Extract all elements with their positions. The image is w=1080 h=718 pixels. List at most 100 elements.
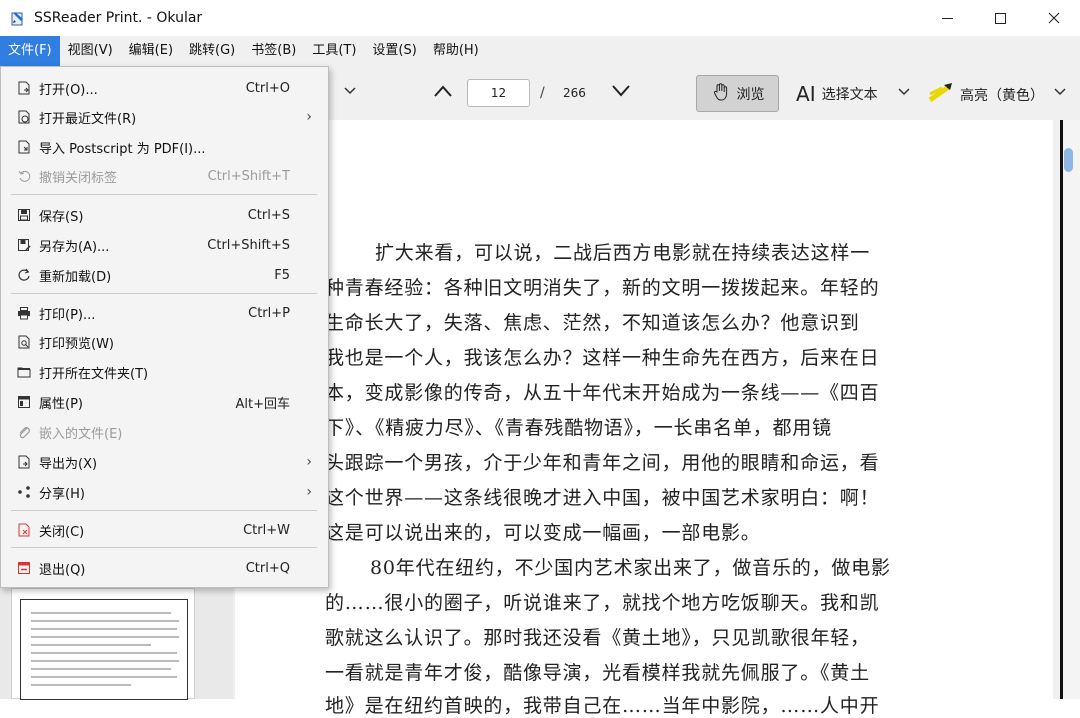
menu-label: 导入 Postscript 为 PDF(I)... (39, 141, 206, 157)
title-bar: SSReader Print. - Okular (0, 0, 1080, 36)
browse-label: 浏览 (736, 86, 765, 103)
export-icon (17, 455, 31, 469)
scroll-handle[interactable] (1064, 148, 1073, 172)
menu-shortcut: Alt+回车 (235, 396, 291, 412)
thumb-line (31, 684, 131, 686)
select-text-label: 选择文本 (821, 87, 878, 103)
menu-tools[interactable]: 工具(T) (304, 36, 364, 66)
menu-item-export-as[interactable]: 导出为(X) › (1, 448, 328, 476)
menu-file[interactable]: 文件(F) (0, 36, 60, 66)
menu-label: 打印预览(W) (39, 336, 114, 352)
thumb-line (31, 628, 177, 630)
save-as-icon (17, 238, 31, 252)
document-view[interactable]: 扩大来看，可以说，二战后西方电影就在持续表达这样一 种青春经验：各种旧文明消失了… (233, 120, 1060, 717)
menu-item-open-containing-folder[interactable]: 打开所在文件夹(T) (1, 358, 328, 386)
thumb-line (31, 652, 177, 654)
okular-app-icon (10, 10, 26, 26)
menu-shortcut: Ctrl+S (247, 207, 290, 223)
close-button[interactable] (1027, 0, 1080, 36)
menu-item-embedded-files[interactable]: 嵌入的文件(E) (1, 418, 328, 446)
select-text-button[interactable]: AI 选择文本 (796, 82, 878, 106)
highlight-dropdown-chevron-icon[interactable] (1053, 87, 1067, 97)
thumb-line (31, 644, 151, 646)
text-line: 下》、《精疲力尽》、《青春残酷物语》，一长串名单，都用镜 (325, 417, 832, 439)
menu-item-share[interactable]: 分享(H) › (1, 478, 328, 506)
share-icon (17, 485, 31, 499)
maximize-button[interactable] (974, 0, 1027, 36)
text-line: 生命长大了，失落、焦虑、茫然，不知道该怎么办？他意识到 (325, 312, 860, 334)
menu-item-properties[interactable]: 属性(P) Alt+回车 (1, 388, 328, 416)
menu-shortcut: Ctrl+Shift+S (207, 237, 290, 253)
menu-separator (11, 547, 317, 548)
menu-shortcut: Ctrl+Shift+T (207, 168, 290, 184)
zoom-dropdown-chevron-icon[interactable] (343, 86, 357, 96)
thumb-line (31, 668, 171, 670)
browse-tool-button[interactable]: 浏览 (696, 75, 779, 112)
text-line: 的……很小的圈子，听说谁来了，就找个地方吃饭聊天。我和凯 (325, 592, 880, 614)
next-page-button[interactable] (611, 84, 631, 98)
text-line: 我也是一个人，我该怎么办？这样一种生命先在西方，后来在日 (325, 347, 880, 369)
menu-label: 保存(S) (39, 209, 84, 225)
document-page: 扩大来看，可以说，二战后西方电影就在持续表达这样一 种青春经验：各种旧文明消失了… (235, 120, 1053, 717)
window-title: SSReader Print. - Okular (34, 10, 203, 26)
minimize-button[interactable] (921, 0, 974, 36)
menu-item-undo-close-tab[interactable]: 撤销关闭标签 Ctrl+Shift+T (1, 162, 328, 190)
menu-item-print-preview[interactable]: 打印预览(W) (1, 328, 328, 356)
menu-go[interactable]: 跳转(G) (181, 36, 243, 66)
menu-label: 打开最近文件(R) (39, 111, 137, 127)
file-menu-dropdown: 打开(O)... Ctrl+O 打开最近文件(R) › 导入 Postscrip… (0, 66, 329, 588)
menu-label: 打印(P)... (39, 307, 96, 323)
menu-item-quit[interactable]: 退出(Q) Ctrl+Q (1, 554, 328, 582)
menu-label: 重新加载(D) (39, 269, 112, 285)
previous-page-button[interactable] (433, 84, 453, 98)
menu-item-close[interactable]: 关闭(C) Ctrl+W (1, 516, 328, 544)
menu-separator (11, 510, 317, 511)
menu-shortcut: Ctrl+Q (245, 560, 290, 576)
text-line: 这个世界——这条线很晚才进入中国，被中国艺术家明白：啊！ (325, 487, 880, 509)
menu-bookmarks[interactable]: 书签(B) (243, 36, 304, 66)
menu-item-open-recent[interactable]: 打开最近文件(R) › (1, 103, 328, 131)
text-line: 扩大来看，可以说，二战后西方电影就在持续表达这样一 (375, 242, 871, 264)
page-thumbnail[interactable] (11, 588, 195, 700)
text-line: 地》是在纽约首映的，我带自己在……当年中影院，……人中开 (325, 695, 880, 717)
text-line: 本，变成影像的传奇，从五十年代末开始成为一条线——《四百 (325, 382, 880, 404)
thumb-line (31, 620, 179, 622)
menu-shortcut: Ctrl+P (248, 305, 290, 321)
menu-label: 属性(P) (39, 396, 83, 412)
save-icon (17, 208, 31, 222)
menu-view[interactable]: 视图(V) (60, 36, 121, 66)
menu-settings[interactable]: 设置(S) (364, 36, 424, 66)
submenu-arrow-icon: › (306, 109, 312, 125)
menu-label: 撤销关闭标签 (39, 170, 118, 186)
undo-icon (17, 169, 31, 183)
menu-item-open[interactable]: 打开(O)... Ctrl+O (1, 74, 328, 102)
highlight-label: 高亮（黄色） (960, 88, 1044, 104)
text-line: 一看就是青年才俊，酷像导演，光看模样我就先佩服了。《黄土 (325, 662, 870, 684)
text-line: 这是可以说出来的，可以变成一幅画，一部电影。 (325, 522, 761, 544)
menu-separator (11, 293, 317, 294)
menu-item-save[interactable]: 保存(S) Ctrl+S (1, 201, 328, 229)
menu-item-import-postscript[interactable]: 导入 Postscript 为 PDF(I)... (1, 133, 328, 161)
menu-label: 嵌入的文件(E) (39, 426, 123, 442)
thumb-line (31, 612, 171, 614)
menu-shortcut: F5 (274, 267, 290, 283)
menu-bar: 文件(F) 视图(V) 编辑(E) 跳转(G) 书签(B) 工具(T) 设置(S… (0, 36, 1080, 66)
vertical-scrollbar[interactable] (1060, 120, 1080, 699)
menu-label: 打开所在文件夹(T) (39, 366, 149, 382)
menu-item-reload[interactable]: 重新加载(D) F5 (1, 261, 328, 289)
hand-icon (711, 82, 731, 106)
properties-icon (17, 395, 31, 409)
menu-edit[interactable]: 编辑(E) (121, 36, 181, 66)
menu-label: 打开(O)... (39, 82, 98, 98)
menu-item-print[interactable]: 打印(P)... Ctrl+P (1, 299, 328, 327)
select-dropdown-chevron-icon[interactable] (897, 87, 911, 97)
menu-label: 关闭(C) (39, 524, 85, 540)
menu-item-save-as[interactable]: 另存为(A)... Ctrl+Shift+S (1, 231, 328, 259)
menu-help[interactable]: 帮助(H) (425, 36, 487, 66)
close-doc-icon (17, 523, 31, 537)
page-number-input[interactable]: 12 (467, 79, 530, 107)
text-line: 种青春经验：各种旧文明消失了，新的文明一拨拨起来。年轻的 (325, 277, 880, 299)
highlight-button[interactable]: 高亮（黄色） (928, 82, 1044, 108)
submenu-arrow-icon: › (306, 454, 312, 470)
open-icon (17, 81, 31, 95)
